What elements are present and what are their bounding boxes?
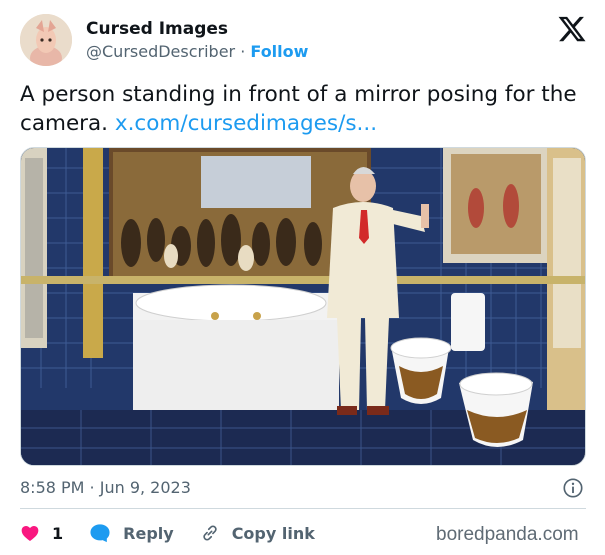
tweet-media-image[interactable]: [20, 147, 586, 466]
heart-icon: [21, 526, 39, 541]
link-icon: [203, 525, 217, 541]
info-icon[interactable]: [562, 477, 584, 499]
tweet-timestamp[interactable]: 8:58 PM · Jun 9, 2023: [20, 477, 191, 499]
tweet-text: A person standing in front of a mirror p…: [20, 80, 588, 138]
x-logo-icon[interactable]: [557, 14, 587, 44]
tweet-link[interactable]: x.com/cursedimages/s...: [115, 111, 377, 136]
follow-button[interactable]: Follow: [250, 42, 308, 61]
author-handle[interactable]: @CursedDescriber: [86, 42, 235, 61]
reply-label: Reply: [123, 523, 174, 543]
divider: [20, 508, 586, 509]
author-handle-row: @CursedDescriber · Follow: [86, 41, 308, 63]
tweet-actions: 1 Reply Copy link: [20, 520, 341, 546]
boredpanda-watermark: boredpanda.com: [436, 524, 579, 545]
avatar-image: [20, 14, 72, 66]
reply-button[interactable]: Reply: [89, 523, 174, 543]
bathroom-photo: [21, 148, 585, 465]
copy-link-label: Copy link: [231, 523, 315, 543]
copy-link-button[interactable]: Copy link: [200, 523, 315, 543]
handle-separator: ·: [240, 42, 246, 61]
author-display-name[interactable]: Cursed Images: [86, 18, 308, 40]
author-info: Cursed Images @CursedDescriber · Follow: [86, 18, 308, 63]
like-count: 1: [52, 523, 64, 543]
like-button[interactable]: 1: [20, 523, 63, 543]
reply-bubble-icon: [90, 524, 110, 543]
avatar[interactable]: [20, 14, 72, 66]
